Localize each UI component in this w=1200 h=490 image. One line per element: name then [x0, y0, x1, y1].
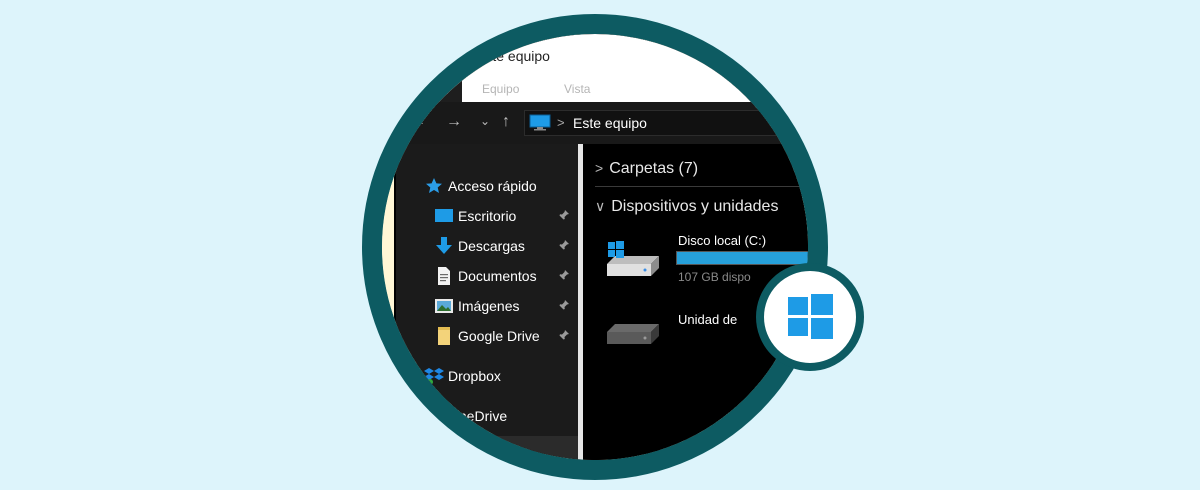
address-path[interactable]: Este equipo: [573, 115, 647, 131]
up-button[interactable]: ↑: [502, 113, 510, 131]
sidebar-item-documentos[interactable]: Documentos: [396, 262, 578, 290]
forward-button[interactable]: →: [446, 113, 462, 131]
sidebar-item-label: Imágenes: [458, 298, 520, 314]
sidebar-item-label: OneDrive: [448, 408, 508, 424]
sidebar-item-label: Google Drive: [458, 328, 540, 344]
document-icon: [434, 266, 454, 286]
group-header-dispositivos[interactable]: ∨ Dispositivos y unidades: [595, 198, 778, 216]
sidebar-item-onedrive[interactable]: OneDrive: [396, 402, 578, 430]
sidebar-item-este-equipo[interactable]: quipo: [396, 442, 578, 460]
sidebar-item-dropbox[interactable]: Dropbox: [396, 362, 578, 390]
ribbon-tabs: Archivo Equipo Vista: [396, 78, 808, 102]
windows-badge: [756, 263, 864, 371]
desktop-icon: [434, 206, 454, 226]
tab-equipo[interactable]: Equipo: [482, 82, 519, 96]
windows-drive-icon: [603, 240, 661, 285]
this-pc-icon: [529, 114, 551, 135]
drive-name: Unidad de: [678, 312, 738, 327]
star-icon: [424, 176, 444, 196]
sidebar-item-acceso-rapido[interactable]: Acceso rápido: [396, 172, 578, 200]
quick-access-dropdown[interactable]: ▾: [446, 46, 452, 59]
navigation-pane: Acceso rápido Escritorio Descargas Docum…: [396, 144, 578, 460]
onedrive-icon: [424, 406, 444, 426]
circular-frame: ▾ Este equipo Archivo Equipo Vista ← → ⌄…: [362, 14, 828, 480]
pin-icon: [558, 269, 570, 284]
title-separator: [434, 47, 435, 65]
drive-usage-fill: [677, 252, 808, 264]
title-separator: [462, 47, 463, 65]
address-separator[interactable]: >: [557, 115, 565, 130]
window-title: Este equipo: [476, 48, 550, 64]
sidebar-item-imagenes[interactable]: Imágenes: [396, 292, 578, 320]
file-explorer-window: ▾ Este equipo Archivo Equipo Vista ← → ⌄…: [396, 34, 808, 460]
this-pc-icon: [406, 48, 426, 67]
download-icon: [434, 236, 454, 256]
group-label: Carpetas (7): [609, 160, 699, 177]
sidebar-item-descargas[interactable]: Descargas: [396, 232, 578, 260]
dropbox-icon: [424, 366, 444, 386]
sidebar-item-label: Acceso rápido: [448, 178, 537, 194]
sidebar-item-label: Escritorio: [458, 208, 517, 224]
pictures-icon: [434, 296, 454, 316]
sidebar-item-label: Descargas: [458, 238, 525, 254]
pin-icon: [558, 299, 570, 314]
group-divider: [595, 186, 808, 187]
address-bar[interactable]: > Este equipo: [524, 110, 808, 136]
recent-locations-button[interactable]: ⌄: [480, 114, 490, 128]
drive-usage-bar: [676, 251, 808, 265]
folder-icon: [434, 326, 454, 346]
drive-free-space: 107 GB dispo: [678, 270, 751, 284]
chevron-right-icon: >: [595, 160, 604, 176]
pin-icon: [558, 209, 570, 224]
this-pc-icon: [424, 446, 444, 460]
sidebar-item-google-drive[interactable]: Google Drive: [396, 322, 578, 350]
tab-vista[interactable]: Vista: [564, 82, 590, 96]
navigation-bar: ← → ⌄ ↑ > Este equipo: [396, 102, 808, 144]
drive-icon: [603, 316, 661, 357]
sidebar-item-label: quipo: [486, 448, 521, 460]
drive-name: Disco local (C:): [678, 233, 767, 248]
sidebar-item-label: Dropbox: [448, 368, 501, 384]
chevron-down-icon: ∨: [595, 198, 606, 214]
pin-icon: [558, 239, 570, 254]
pin-icon: [558, 329, 570, 344]
sidebar-item-escritorio[interactable]: Escritorio: [396, 202, 578, 230]
back-button[interactable]: ←: [410, 113, 426, 131]
title-bar: ▾ Este equipo: [396, 34, 808, 78]
tab-archivo[interactable]: Archivo: [396, 78, 462, 102]
group-header-carpetas[interactable]: > Carpetas (7): [595, 160, 698, 178]
windows-logo-icon: [786, 293, 834, 346]
group-label: Dispositivos y unidades: [611, 198, 779, 215]
sidebar-item-label: Documentos: [458, 268, 537, 284]
explorer-crop: ▾ Este equipo Archivo Equipo Vista ← → ⌄…: [382, 34, 808, 460]
